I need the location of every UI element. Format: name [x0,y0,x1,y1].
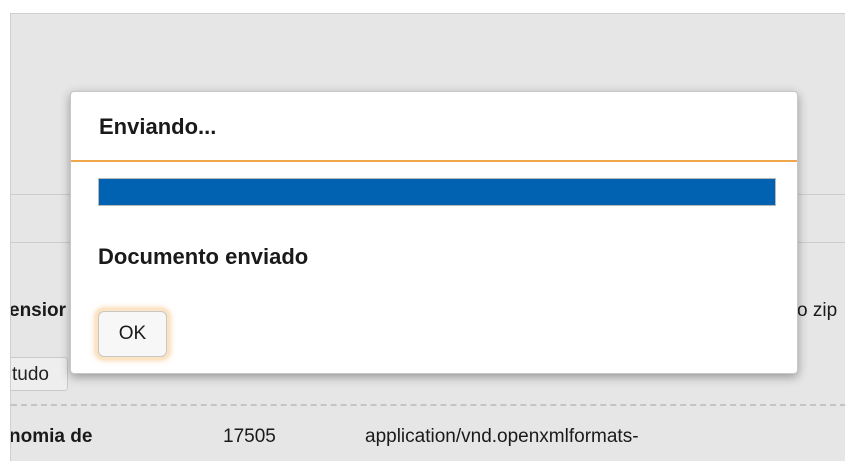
select-all-label: tudo [12,364,49,385]
select-all-button[interactable]: tudo [11,357,68,391]
column-header-zip: o zip [797,300,838,321]
dialog-title-separator [71,160,797,162]
dialog-message: Documento enviado [98,244,309,269]
row-file-name: nomia de [10,426,93,447]
ok-button[interactable]: OK [98,311,167,357]
dashed-divider [11,404,845,406]
row-file-type: application/vnd.openxmlformats- [365,426,639,447]
dialog-title: Enviando... [99,114,217,139]
column-header-extension: ensior [10,300,67,321]
upload-progress-fill [99,179,775,205]
upload-dialog: Enviando... Documento enviado OK [70,91,798,374]
row-file-size: 17505 [223,426,276,447]
upload-progress-bar [98,178,776,206]
